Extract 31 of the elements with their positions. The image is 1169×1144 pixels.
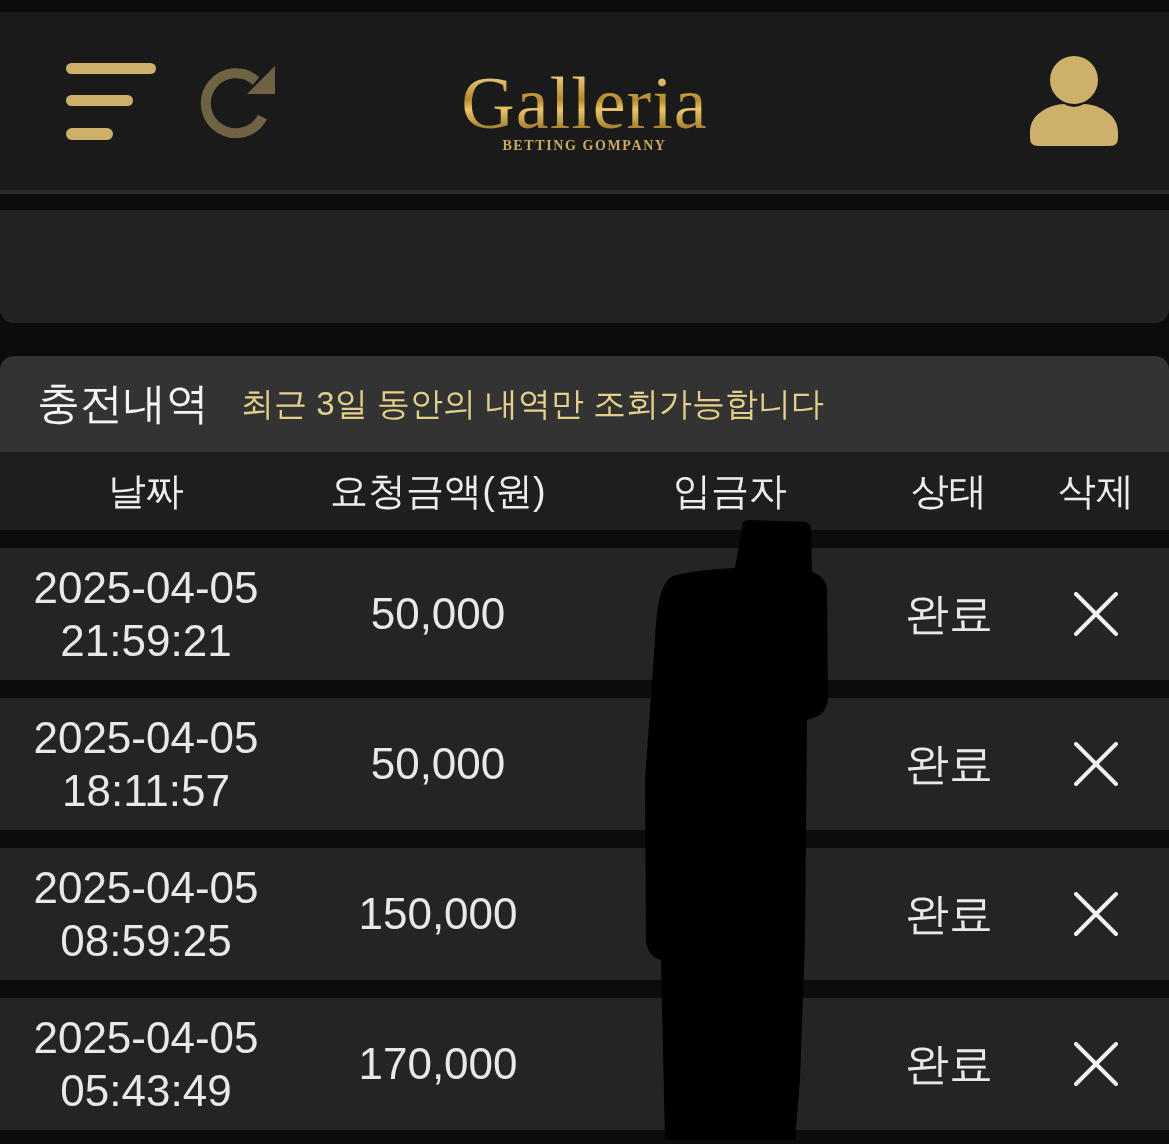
time-text: 08:59:25 (59, 915, 233, 967)
menu-icon[interactable] (66, 62, 156, 140)
amount-text: 50,000 (370, 589, 506, 639)
logo-subtitle: BETTING GOMPANY (502, 138, 667, 154)
column-header: 삭제 (1057, 468, 1134, 514)
time-text: 05:43:49 (59, 1065, 233, 1117)
amount-text: 50,000 (370, 739, 506, 789)
column-header: 요청금액(원) (330, 468, 546, 514)
date-text: 2025-04-05 (33, 1012, 259, 1064)
refresh-icon[interactable] (200, 64, 276, 138)
section-title: 충전내역 (37, 378, 209, 429)
delete-icon[interactable] (1073, 592, 1118, 636)
user-icon[interactable] (1030, 56, 1118, 146)
status-text: 완료 (905, 887, 993, 940)
delete-icon[interactable] (1073, 892, 1118, 936)
time-text: 18:11:57 (61, 765, 231, 817)
status-text: 완료 (905, 737, 993, 790)
delete-icon[interactable] (1073, 742, 1118, 786)
notice-text: 최근 3일 동안의 내역만 조회가능합니다 (241, 383, 825, 424)
column-header: 날짜 (108, 468, 184, 514)
amount-text: 150,000 (358, 889, 518, 939)
delete-icon[interactable] (1073, 1042, 1118, 1086)
amount-text: 170,000 (358, 1039, 518, 1089)
status-text: 완료 (905, 587, 993, 640)
date-text: 2025-04-05 (33, 862, 259, 914)
column-header: 입금자 (673, 468, 787, 514)
date-text: 2025-04-05 (33, 712, 259, 764)
time-text: 21:59:21 (59, 615, 233, 667)
column-header: 상태 (911, 468, 987, 514)
status-text: 완료 (905, 1037, 993, 1090)
date-text: 2025-04-05 (33, 562, 259, 614)
